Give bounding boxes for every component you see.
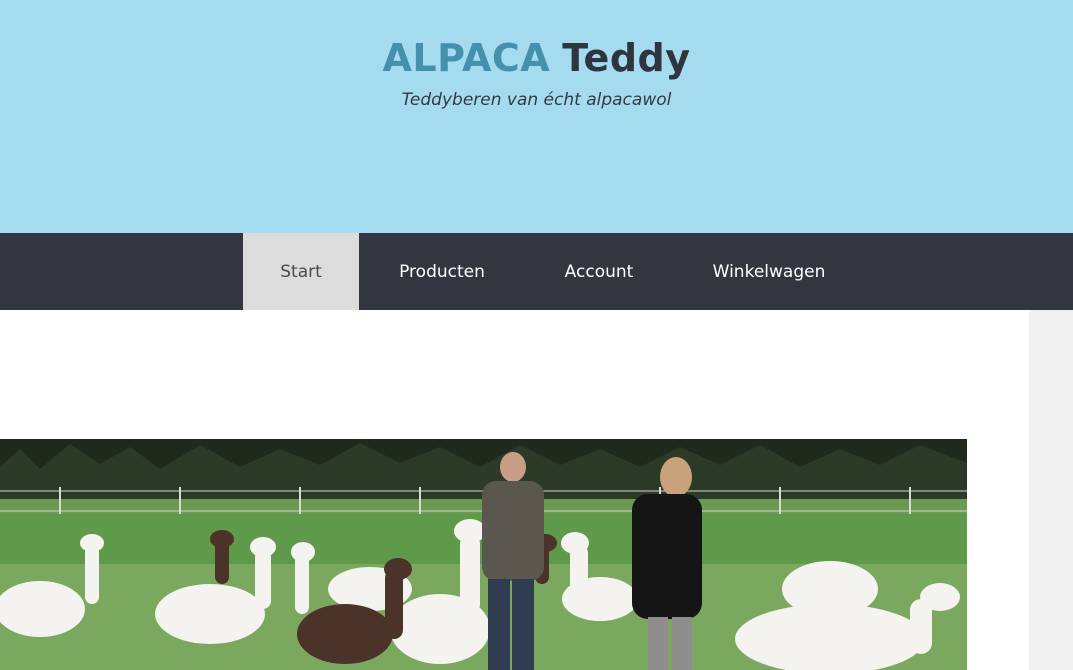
hero-image	[0, 439, 967, 670]
sidebar	[1029, 310, 1073, 670]
logo-word-alpaca: ALPACA	[382, 36, 551, 80]
alpaca-field-photo	[0, 439, 967, 670]
nav-item-producten[interactable]: Producten	[378, 233, 506, 310]
site-tagline: Teddyberen van écht alpacawol	[401, 90, 672, 110]
logo-word-teddy: Teddy	[562, 36, 691, 80]
site-header: ALPACA Teddy Teddyberen van écht alpacawo…	[0, 0, 1073, 233]
site-logo[interactable]: ALPACA Teddy	[0, 34, 1073, 82]
main-navigation: Start Producten Account Winkelwagen	[0, 233, 1073, 310]
nav-item-winkelwagen[interactable]: Winkelwagen	[692, 233, 846, 310]
nav-item-account[interactable]: Account	[544, 233, 654, 310]
nav-item-start[interactable]: Start	[243, 233, 359, 310]
